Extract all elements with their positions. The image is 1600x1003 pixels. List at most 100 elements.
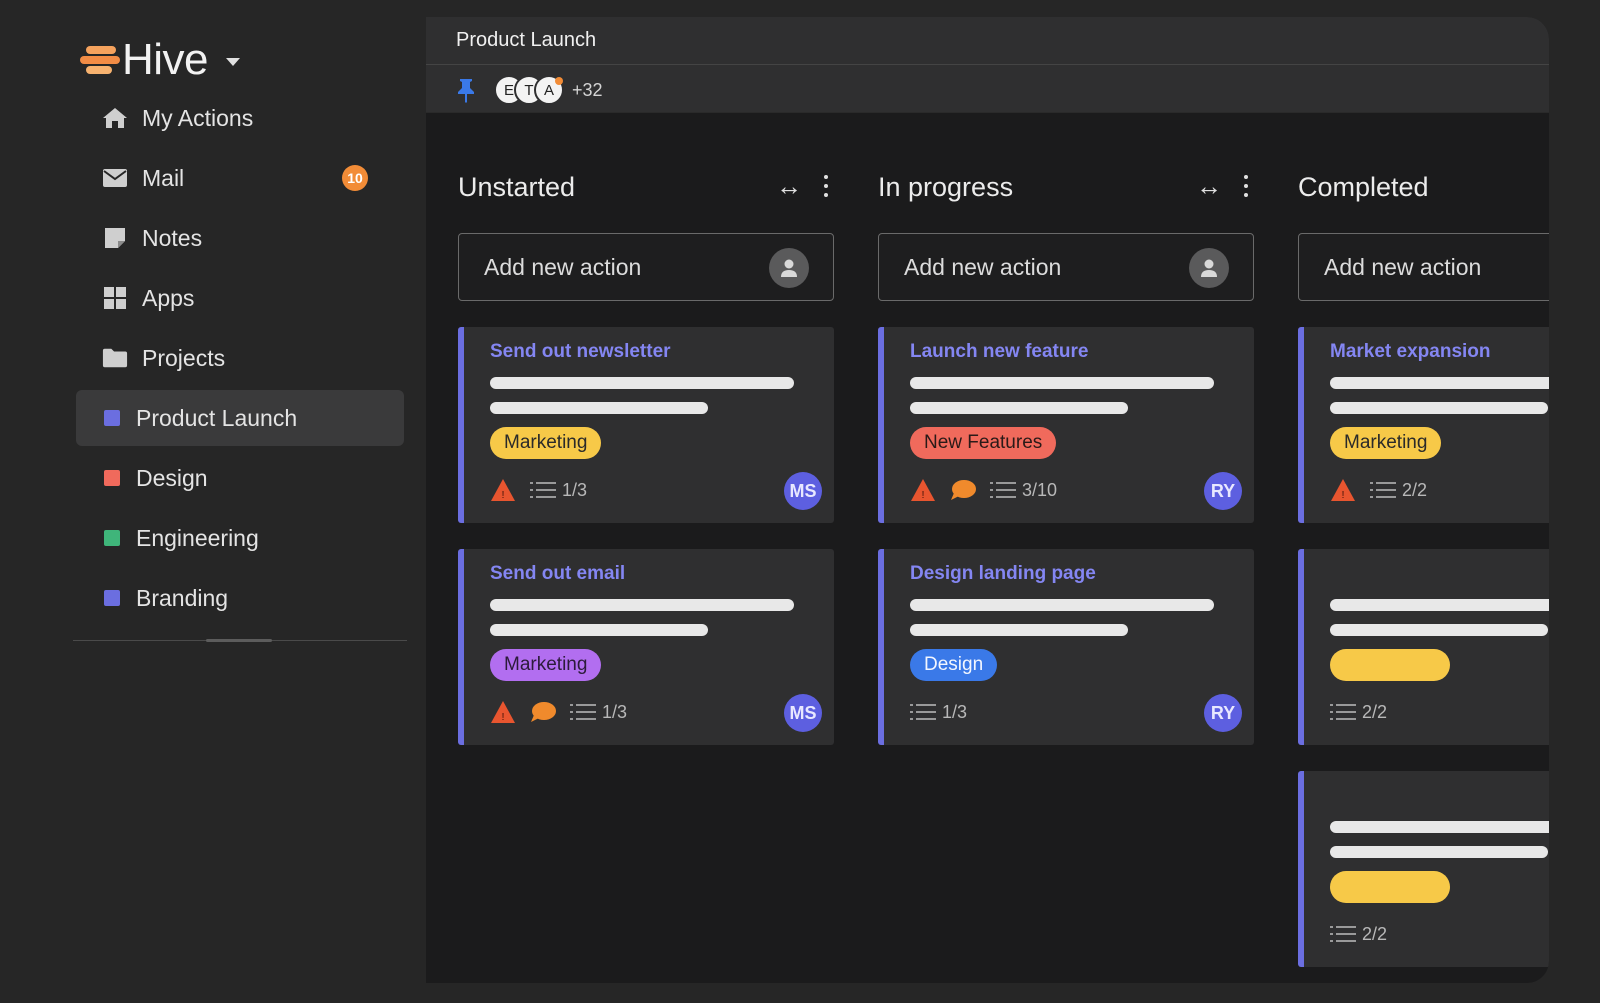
warning-icon: ! <box>490 700 516 724</box>
action-card[interactable]: Design landing page Design 1/3 RY <box>878 549 1254 745</box>
warning-icon: ! <box>490 478 516 502</box>
sidebar-project-product-launch[interactable]: Product Launch <box>76 390 404 446</box>
checklist-icon: 1/3 <box>530 480 587 501</box>
card-label-tag[interactable]: Marketing <box>1330 427 1442 459</box>
card-label-tag[interactable]: Design <box>910 649 998 681</box>
sidebar-item-label: Notes <box>142 224 203 251</box>
mail-icon <box>102 165 128 191</box>
assignee-avatar[interactable]: MS <box>784 472 822 510</box>
column-header: In progress ↔ <box>878 167 1254 207</box>
sidebar-item-label: Engineering <box>136 524 259 551</box>
card-title[interactable]: Launch new feature <box>910 341 1088 363</box>
add-action-field[interactable] <box>458 233 834 301</box>
checklist-count: 3/10 <box>1022 479 1058 500</box>
checklist-icon: 2/2 <box>1330 924 1387 945</box>
card-meta: 1/3 <box>910 697 981 727</box>
card-title[interactable]: Market expansion <box>1330 341 1491 363</box>
sidebar-item-label: Design <box>136 464 208 491</box>
column-header: Unstarted ↔ <box>458 167 834 207</box>
placeholder-line <box>1330 624 1548 636</box>
sidebar-project-engineering[interactable]: Engineering <box>76 510 404 566</box>
column-menu-icon[interactable] <box>1244 175 1248 197</box>
placeholder-line <box>910 599 1214 611</box>
project-color-swatch <box>104 530 120 546</box>
placeholder-line <box>490 377 794 389</box>
card-label-tag[interactable] <box>1330 871 1450 903</box>
card-label-tag[interactable]: Marketing <box>490 427 602 459</box>
app-name: Hive <box>122 35 209 84</box>
assignee-avatar[interactable]: MS <box>784 694 822 732</box>
card-title[interactable]: Send out newsletter <box>490 341 671 363</box>
column-menu-icon[interactable] <box>824 175 828 197</box>
member-avatar[interactable]: A <box>534 75 564 105</box>
assignee-avatar[interactable]: RY <box>1204 472 1242 510</box>
sidebar-item-label: Apps <box>142 284 195 311</box>
action-card[interactable]: Launch new feature New Features ! 3/10 R… <box>878 327 1254 523</box>
sidebar-item-label: Product Launch <box>136 404 298 431</box>
card-meta: 2/2 <box>1330 697 1401 727</box>
action-card[interactable]: Send out email Marketing ! 1/3 MS <box>458 549 834 745</box>
card-label-tag[interactable]: New Features <box>910 427 1057 459</box>
apps-grid-icon <box>102 285 128 311</box>
sidebar-item-label: Projects <box>142 344 226 371</box>
project-panel: Product Launch E T A +32 Unstarted ↔ Add… <box>426 17 1549 983</box>
comment-icon <box>530 701 556 723</box>
sidebar-item-notes[interactable]: Notes <box>76 210 404 266</box>
expand-column-icon[interactable]: ↔ <box>1196 173 1222 199</box>
placeholder-line <box>1330 599 1549 611</box>
placeholder-line <box>910 624 1128 636</box>
column-title: In progress <box>878 171 1014 202</box>
hive-logo-icon <box>80 42 120 78</box>
folder-icon <box>102 345 128 371</box>
unread-count-badge: 10 <box>342 165 368 191</box>
sidebar-item-projects[interactable]: Projects <box>76 330 404 386</box>
placeholder-line <box>910 402 1128 414</box>
add-action-field[interactable] <box>878 233 1254 301</box>
checklist-icon: 2/2 <box>1330 702 1387 723</box>
assignee-avatar[interactable]: RY <box>1204 694 1242 732</box>
card-title[interactable]: Send out email <box>490 563 625 585</box>
checklist-count: 2/2 <box>1402 479 1428 500</box>
svg-text:!: ! <box>502 712 505 723</box>
placeholder-line <box>1330 846 1548 858</box>
card-meta: ! 3/10 <box>910 475 1071 505</box>
action-card[interactable]: Market expansion Marketing ! 2/2 <box>1298 327 1549 523</box>
assign-user-icon[interactable] <box>769 248 809 288</box>
card-meta: ! 1/3 <box>490 475 601 505</box>
card-meta: 2/2 <box>1330 919 1401 949</box>
card-label-tag[interactable]: Marketing <box>490 649 602 681</box>
warning-icon: ! <box>910 478 936 502</box>
expand-column-icon[interactable]: ↔ <box>776 173 802 199</box>
card-title[interactable]: Design landing page <box>910 563 1096 585</box>
assign-user-icon[interactable] <box>1189 248 1229 288</box>
action-card[interactable]: Send out newsletter Marketing ! 1/3 MS <box>458 327 834 523</box>
workspace-switcher[interactable]: Hive <box>80 35 241 84</box>
action-card[interactable]: 2/2 <box>1298 549 1549 745</box>
add-action-field[interactable] <box>1298 233 1549 301</box>
checklist-count: 1/3 <box>562 479 588 500</box>
checklist-icon: 1/3 <box>570 702 627 723</box>
action-card[interactable]: 2/2 <box>1298 771 1549 967</box>
project-color-swatch <box>104 590 120 606</box>
sidebar-item-my-actions[interactable]: My Actions <box>76 90 404 146</box>
column-title: Completed <box>1298 171 1429 202</box>
sidebar-project-design[interactable]: Design <box>76 450 404 506</box>
kanban-board: Unstarted ↔ Send out newsletter Marketin… <box>458 167 1549 983</box>
card-label-tag[interactable] <box>1330 649 1450 681</box>
placeholder-line <box>1330 402 1548 414</box>
sidebar-project-branding[interactable]: Branding <box>76 570 404 626</box>
project-color-swatch <box>104 470 120 486</box>
checklist-icon: 3/10 <box>990 480 1057 501</box>
svg-text:!: ! <box>1342 490 1345 501</box>
sidebar-item-label: My Actions <box>142 104 254 131</box>
project-header: Product Launch E T A +32 <box>426 17 1549 113</box>
checklist-count: 1/3 <box>942 701 968 722</box>
sidebar-resize-handle[interactable] <box>206 639 272 642</box>
sidebar-item-apps[interactable]: Apps <box>76 270 404 326</box>
sidebar-item-mail[interactable]: Mail 10 <box>76 150 404 206</box>
pin-icon[interactable] <box>456 77 476 103</box>
column-completed: Completed Market expansion Marketing ! 2… <box>1298 167 1549 967</box>
add-action-input[interactable] <box>1299 234 1549 300</box>
column-unstarted: Unstarted ↔ Send out newsletter Marketin… <box>458 167 834 745</box>
more-members-count[interactable]: +32 <box>572 80 603 101</box>
